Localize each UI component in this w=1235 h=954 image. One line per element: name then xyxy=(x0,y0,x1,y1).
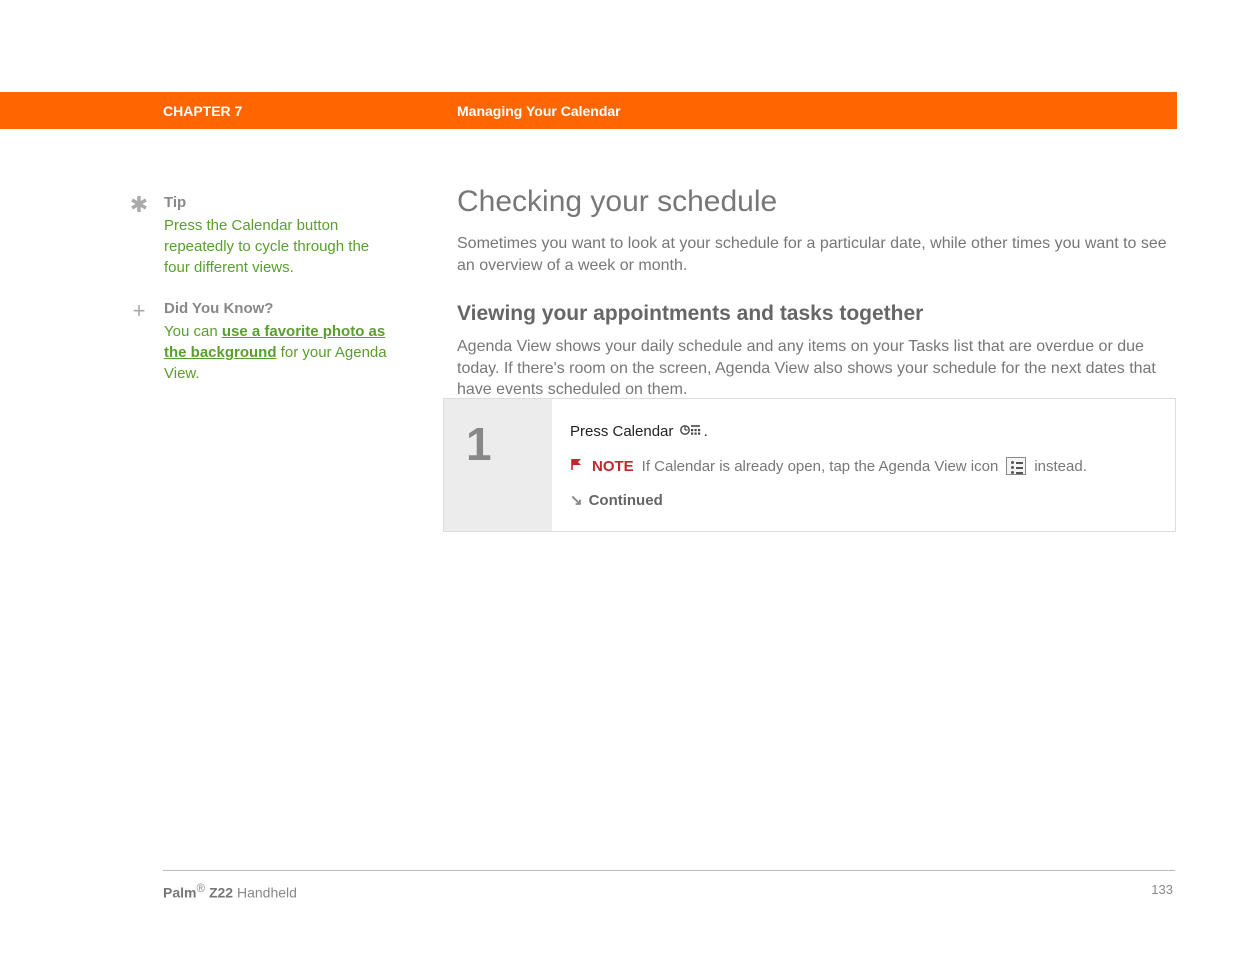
plus-icon: + xyxy=(128,300,150,322)
sidebar: ✱ Tip Press the Calendar button repeated… xyxy=(128,194,398,406)
chapter-title: Managing Your Calendar xyxy=(457,103,621,119)
step-box: 1 Press Calendar . NOTE If Calendar is a… xyxy=(443,398,1176,532)
dyk-body: You can use a favorite photo as the back… xyxy=(164,321,398,384)
footer-model: Z22 xyxy=(205,885,237,901)
continued-arrow-icon: ↘ xyxy=(570,492,583,509)
step-instruction: Press Calendar . xyxy=(570,423,1157,441)
agenda-view-icon xyxy=(1006,457,1026,475)
step-text-prefix: Press Calendar xyxy=(570,423,678,440)
note-line: NOTE If Calendar is already open, tap th… xyxy=(570,457,1157,475)
asterisk-icon: ✱ xyxy=(128,194,150,216)
tip-body: Press the Calendar button repeatedly to … xyxy=(164,215,398,278)
chapter-header: CHAPTER 7 Managing Your Calendar xyxy=(0,92,1177,129)
main-content: Checking your schedule Sometimes you wan… xyxy=(457,185,1177,425)
footer-tail: Handheld xyxy=(237,885,297,901)
step-number: 1 xyxy=(466,417,552,471)
continued-label: Continued xyxy=(589,492,663,509)
continued-line: ↘ Continued xyxy=(570,491,1157,509)
registered-icon: ® xyxy=(196,882,205,895)
step-text-suffix: . xyxy=(704,423,708,440)
dyk-prefix: You can xyxy=(164,323,222,340)
footer-rule xyxy=(163,870,1175,871)
tip-heading: Tip xyxy=(164,194,398,211)
footer-brand: Palm xyxy=(163,885,196,901)
page-title: Checking your schedule xyxy=(457,185,1177,219)
step-body: Press Calendar . NOTE If Calendar is alr… xyxy=(552,399,1175,531)
tip-block: ✱ Tip Press the Calendar button repeated… xyxy=(128,194,398,278)
section-heading: Viewing your appointments and tasks toge… xyxy=(457,302,1177,326)
page-number: 133 xyxy=(1151,882,1173,897)
dyk-heading: Did You Know? xyxy=(164,300,398,317)
note-flag-icon xyxy=(570,457,584,475)
step-number-column: 1 xyxy=(444,399,552,531)
footer-product: Palm® Z22 Handheld xyxy=(163,882,297,901)
did-you-know-block: + Did You Know? You can use a favorite p… xyxy=(128,300,398,384)
calendar-button-icon xyxy=(680,423,702,441)
section-paragraph: Agenda View shows your daily schedule an… xyxy=(457,336,1177,401)
note-text-suffix: instead. xyxy=(1034,458,1087,475)
intro-paragraph: Sometimes you want to look at your sched… xyxy=(457,233,1177,276)
note-label: NOTE xyxy=(592,458,634,475)
note-text-prefix: If Calendar is already open, tap the Age… xyxy=(642,458,999,475)
chapter-label: CHAPTER 7 xyxy=(163,103,242,119)
